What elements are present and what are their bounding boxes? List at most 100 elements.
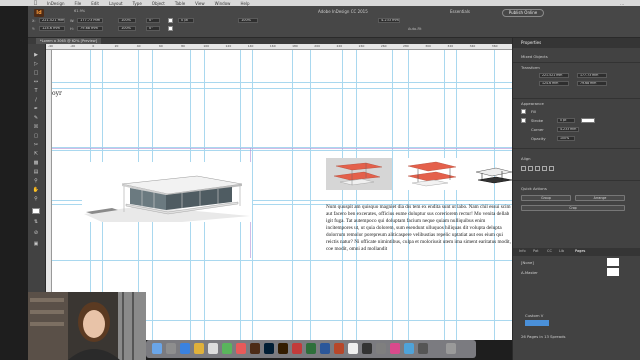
w-field[interactable]: 177.73 mm [77,18,103,23]
publish-online-button[interactable]: Publish Online [502,9,544,17]
menu-item-window[interactable]: Window [215,1,231,6]
properties-tab[interactable]: Properties [513,38,640,48]
group-button[interactable]: Group [521,195,571,201]
note-tool-icon[interactable]: ▤ [32,169,40,175]
align-top-icon[interactable] [542,166,547,171]
swap-colors-icon[interactable]: ⇅ [32,219,40,225]
zoom-tool-icon[interactable]: ⚲ [32,196,40,202]
align-middle-icon[interactable] [549,166,554,171]
diagram-image-2[interactable] [402,158,462,190]
pen-tool-icon[interactable]: ✒ [32,106,40,112]
menu-item-help[interactable]: Help [240,1,249,6]
menu-item-file[interactable]: File [75,1,82,6]
stroke-weight-input[interactable]: 0 pt [557,118,575,123]
selection-tool-icon[interactable]: ▶ [32,52,40,58]
rotate-field[interactable]: 0° [146,18,160,23]
transform-w-field[interactable]: 177.73 mm [577,73,607,78]
appstore-dock-icon[interactable] [404,343,414,354]
itunes-dock-icon[interactable] [390,343,400,354]
transform-x-field[interactable]: 221.521 mm [539,73,569,78]
y-field[interactable]: 124.6 mm [39,26,65,31]
indesign-dock-icon[interactable] [250,343,260,354]
transform-h-field[interactable]: 79.68 mm [577,81,607,86]
none-page-thumb[interactable] [607,258,619,266]
align-right-icon[interactable] [535,166,540,171]
align-center-icon[interactable] [528,166,533,171]
body-text-frame[interactable]: Num quuspit am quisquo magniet dia dis t… [326,204,512,253]
gradient-tool-icon[interactable]: ▩ [32,160,40,166]
free-transform-icon[interactable]: ⇱ [32,151,40,157]
safari-icon[interactable] [180,343,190,354]
photos-icon[interactable] [236,343,246,354]
panel-tab-lib[interactable]: Lib [559,249,564,253]
stroke-icon[interactable] [521,118,526,123]
system-prefs-dock-icon[interactable] [376,343,386,354]
panel-tab-pat[interactable]: Pat [533,249,538,253]
pencil-tool-icon[interactable]: ✎ [32,115,40,121]
stroke-weight-field[interactable]: 0 pt [178,18,194,23]
acrobat-dock-icon[interactable] [292,343,302,354]
h-field[interactable]: 79.68 mm [77,26,103,31]
apply-none-icon[interactable]: ⊘ [32,230,40,236]
panel-tab-pages[interactable]: Pages [575,249,585,253]
powerpoint-dock-icon[interactable] [334,343,344,354]
fill-stroke-icon[interactable] [32,208,40,214]
hand-tool-icon[interactable]: ✋ [32,187,40,193]
fill-icon[interactable] [521,109,526,114]
arrange-button[interactable]: Arrange [575,195,625,201]
scale-y-field[interactable]: 100% [118,26,136,31]
house-photo[interactable] [82,162,252,222]
pages-master[interactable]: A-Master [521,270,538,275]
diagram-image-3[interactable] [472,162,512,188]
gap-tool-icon[interactable]: ↔ [32,79,40,85]
screen-mode-icon[interactable]: ▣ [32,241,40,247]
zoom-level[interactable]: 61.9% [74,9,85,13]
fill-swatch-icon[interactable] [168,18,173,23]
excel-dock-icon[interactable] [306,343,316,354]
downloads-dock-icon[interactable] [418,343,428,354]
x-field[interactable]: 221.521 mm [39,18,65,23]
scale-x-field[interactable]: 100% [118,18,136,23]
launchpad-icon[interactable] [166,343,176,354]
panel-tab-info[interactable]: Info [519,249,526,253]
photoshop-dock-icon[interactable] [264,343,274,354]
frame-percent-field[interactable]: 100% [238,18,258,23]
illustrator-dock-icon[interactable] [278,343,288,354]
opacity-field[interactable]: 100% [557,136,575,141]
messages-icon[interactable] [222,343,232,354]
menu-item-layout[interactable]: Layout [109,1,123,6]
page-tool-icon[interactable]: □ [32,70,40,76]
rectangle-frame-icon[interactable]: ☒ [32,124,40,130]
align-left-icon[interactable] [521,166,526,171]
textedit-dock-icon[interactable] [348,343,358,354]
menu-item-view[interactable]: View [195,1,205,6]
pages-none[interactable]: [None] [521,260,534,265]
notes-icon[interactable] [194,343,204,354]
menu-item-object[interactable]: Object [152,1,165,6]
workspace-switcher[interactable]: Essentials [450,9,470,14]
page-spread-thumb[interactable] [525,320,549,326]
type-tool-icon[interactable]: T [32,88,40,94]
menu-item-app[interactable]: InDesign [47,1,65,6]
direct-selection-icon[interactable]: ▷ [32,61,40,67]
menu-item-edit[interactable]: Edit [91,1,99,6]
word-dock-icon[interactable] [320,343,330,354]
scissors-tool-icon[interactable]: ✂ [32,142,40,148]
stroke-type-select[interactable] [581,118,595,123]
transform-y-field[interactable]: 124.6 mm [539,81,569,86]
finder-icon[interactable] [152,343,162,354]
stroke-swatch-icon[interactable] [168,26,173,31]
menu-item-table[interactable]: Table [175,1,185,6]
reference-field[interactable]: 4.233 mm [378,18,400,23]
trash-dock-icon[interactable] [446,343,456,354]
auto-fit-checkbox[interactable]: Auto-Fit [408,27,422,31]
master-page-thumb[interactable] [607,268,619,276]
diagram-image-1[interactable] [326,158,392,190]
terminal-dock-icon[interactable] [362,343,372,354]
layer-label[interactable]: Custom V [525,313,543,318]
shear-field[interactable]: 0° [146,26,160,31]
line-tool-icon[interactable]: ∕ [32,97,40,103]
crop-button[interactable]: Crop [521,205,625,211]
rectangle-tool-icon[interactable]: ▢ [32,133,40,139]
eyedropper-tool-icon[interactable]: ⚲ [32,178,40,184]
